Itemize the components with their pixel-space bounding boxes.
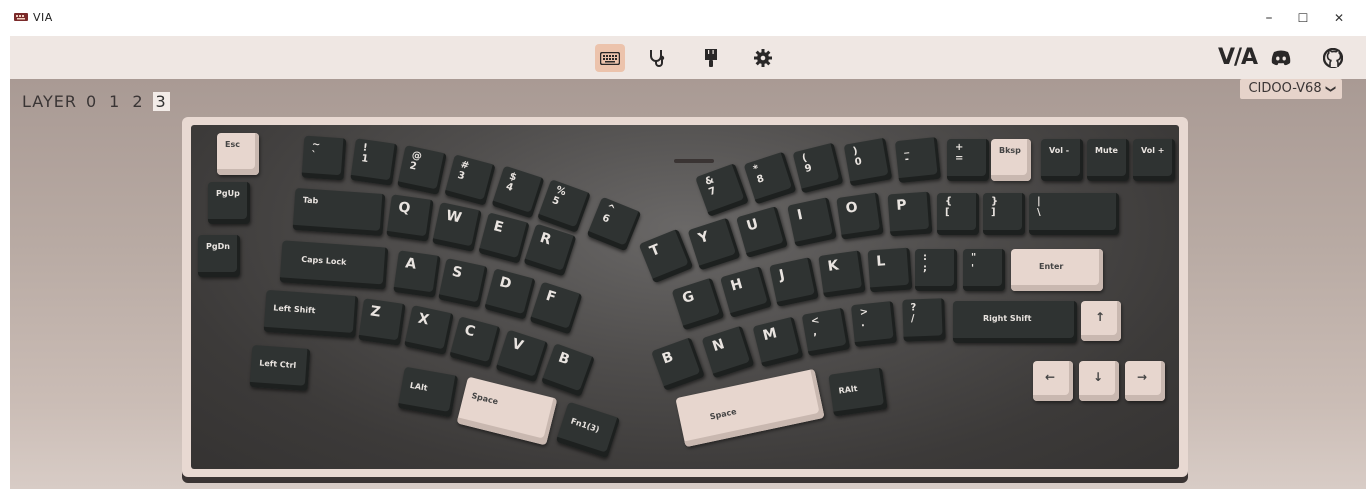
- key-d[interactable]: D: [484, 268, 536, 320]
- key-l[interactable]: L: [867, 247, 913, 293]
- layer-0-button[interactable]: 0: [83, 92, 100, 111]
- key-h[interactable]: H: [720, 266, 772, 318]
- window-title: VIA: [33, 11, 53, 24]
- key-p[interactable]: P: [887, 191, 933, 237]
- key-b-right[interactable]: B: [651, 337, 705, 391]
- key-vol-down[interactable]: Vol -: [1041, 139, 1083, 181]
- key-space-left[interactable]: Space: [456, 376, 558, 446]
- key-y[interactable]: Y: [687, 217, 741, 271]
- key-7[interactable]: & 7: [695, 163, 749, 217]
- key-8[interactable]: * 8: [743, 151, 797, 205]
- gear-icon[interactable]: [748, 44, 778, 72]
- key-r[interactable]: R: [523, 223, 577, 277]
- key-left-arrow[interactable]: ←: [1033, 361, 1073, 401]
- key-1[interactable]: ! 1: [350, 138, 398, 186]
- key-u[interactable]: U: [736, 206, 788, 258]
- minimize-button[interactable]: –: [1254, 7, 1284, 29]
- key-o[interactable]: O: [836, 192, 884, 240]
- key-2[interactable]: @ 2: [397, 145, 447, 195]
- key-left-bracket[interactable]: { [: [937, 193, 979, 235]
- stethoscope-icon[interactable]: [643, 44, 673, 72]
- chevron-down-icon: ❯: [1324, 84, 1336, 94]
- key-right-alt[interactable]: RAlt: [828, 367, 888, 417]
- key-minus[interactable]: _ -: [894, 136, 942, 184]
- layer-selector: LAYER 0 1 2 3: [22, 92, 170, 111]
- key-k[interactable]: K: [818, 250, 866, 298]
- keyboard-plate: Esc PgUp PgDn ~ ` ! 1 @ 2 # 3 $ 4 % 5 ^ …: [191, 125, 1179, 469]
- layer-3-button[interactable]: 3: [152, 92, 170, 111]
- key-right-arrow[interactable]: →: [1125, 361, 1165, 401]
- key-caps-lock[interactable]: Caps Lock: [279, 240, 389, 290]
- key-vol-up[interactable]: Vol +: [1133, 139, 1175, 181]
- key-z[interactable]: Z: [358, 298, 406, 346]
- key-pgup[interactable]: PgUp: [208, 182, 250, 224]
- key-v[interactable]: V: [495, 329, 549, 383]
- key-j[interactable]: J: [769, 257, 819, 307]
- key-slash[interactable]: ? /: [902, 298, 946, 342]
- keyboard-icon[interactable]: [595, 44, 625, 72]
- key-equal[interactable]: + =: [947, 139, 989, 181]
- brush-icon[interactable]: [696, 44, 726, 72]
- key-backspace[interactable]: Bksp: [991, 139, 1031, 181]
- key-6[interactable]: ^ 6: [586, 196, 642, 252]
- close-button[interactable]: ✕: [1324, 7, 1354, 29]
- keyboard-workspace: LAYER 0 1 2 3 CIDOO-V68 ❯ Esc PgUp PgDn …: [10, 79, 1366, 489]
- title-bar: VIA – ☐ ✕: [0, 0, 1366, 35]
- key-s[interactable]: S: [438, 258, 488, 308]
- key-period[interactable]: > .: [850, 300, 898, 348]
- key-b-left[interactable]: B: [541, 343, 595, 397]
- layer-1-button[interactable]: 1: [106, 92, 123, 111]
- key-esc[interactable]: Esc: [217, 133, 259, 175]
- key-f[interactable]: F: [529, 281, 583, 335]
- toolbar: V/A: [10, 36, 1366, 79]
- key-w[interactable]: W: [432, 202, 482, 252]
- key-mute[interactable]: Mute: [1087, 139, 1129, 181]
- key-quote[interactable]: " ': [963, 249, 1005, 291]
- key-comma[interactable]: < ,: [801, 307, 851, 357]
- key-a[interactable]: A: [393, 250, 441, 298]
- key-t[interactable]: T: [638, 228, 694, 284]
- key-down-arrow[interactable]: ↓: [1079, 361, 1119, 401]
- key-left-ctrl[interactable]: Left Ctrl: [249, 345, 311, 391]
- key-right-shift[interactable]: Right Shift: [953, 301, 1077, 343]
- key-x[interactable]: X: [404, 305, 454, 355]
- app-icon: [14, 13, 28, 21]
- layer-label: LAYER: [22, 92, 77, 111]
- maximize-button[interactable]: ☐: [1288, 7, 1318, 29]
- key-semicolon[interactable]: : ;: [915, 249, 957, 291]
- key-tab[interactable]: Tab: [292, 187, 386, 237]
- key-5[interactable]: % 5: [537, 179, 591, 233]
- key-0[interactable]: ) 0: [843, 137, 893, 187]
- key-tilde[interactable]: ~ `: [301, 135, 347, 181]
- github-icon[interactable]: [1318, 44, 1348, 72]
- key-n[interactable]: N: [701, 325, 755, 379]
- key-pgdn[interactable]: PgDn: [198, 235, 240, 277]
- keyboard-case: Esc PgUp PgDn ~ ` ! 1 @ 2 # 3 $ 4 % 5 ^ …: [182, 117, 1188, 477]
- via-logo: V/A: [1218, 45, 1258, 70]
- key-space-right[interactable]: Space: [675, 368, 825, 448]
- key-e[interactable]: E: [478, 212, 530, 264]
- key-left-alt[interactable]: LAlt: [397, 366, 459, 418]
- key-i[interactable]: I: [787, 197, 837, 247]
- key-left-shift[interactable]: Left Shift: [263, 289, 359, 339]
- key-c[interactable]: C: [449, 316, 501, 368]
- key-4[interactable]: $ 4: [491, 165, 545, 219]
- discord-icon[interactable]: [1266, 44, 1296, 72]
- case-notch: [674, 159, 714, 163]
- keyboard-select[interactable]: CIDOO-V68 ❯: [1240, 79, 1342, 99]
- key-9[interactable]: ( 9: [792, 142, 844, 194]
- key-3[interactable]: # 3: [444, 154, 496, 206]
- key-right-bracket[interactable]: } ]: [983, 193, 1025, 235]
- key-m[interactable]: M: [752, 316, 804, 368]
- key-up-arrow[interactable]: ↑: [1081, 301, 1121, 341]
- key-fn[interactable]: Fn1(3): [555, 401, 621, 459]
- key-q[interactable]: Q: [386, 194, 434, 242]
- keyboard-select-value: CIDOO-V68: [1248, 81, 1322, 96]
- layer-2-button[interactable]: 2: [129, 92, 146, 111]
- key-enter[interactable]: Enter: [1011, 249, 1103, 291]
- key-backslash[interactable]: | \: [1029, 193, 1119, 235]
- key-g[interactable]: G: [671, 277, 725, 331]
